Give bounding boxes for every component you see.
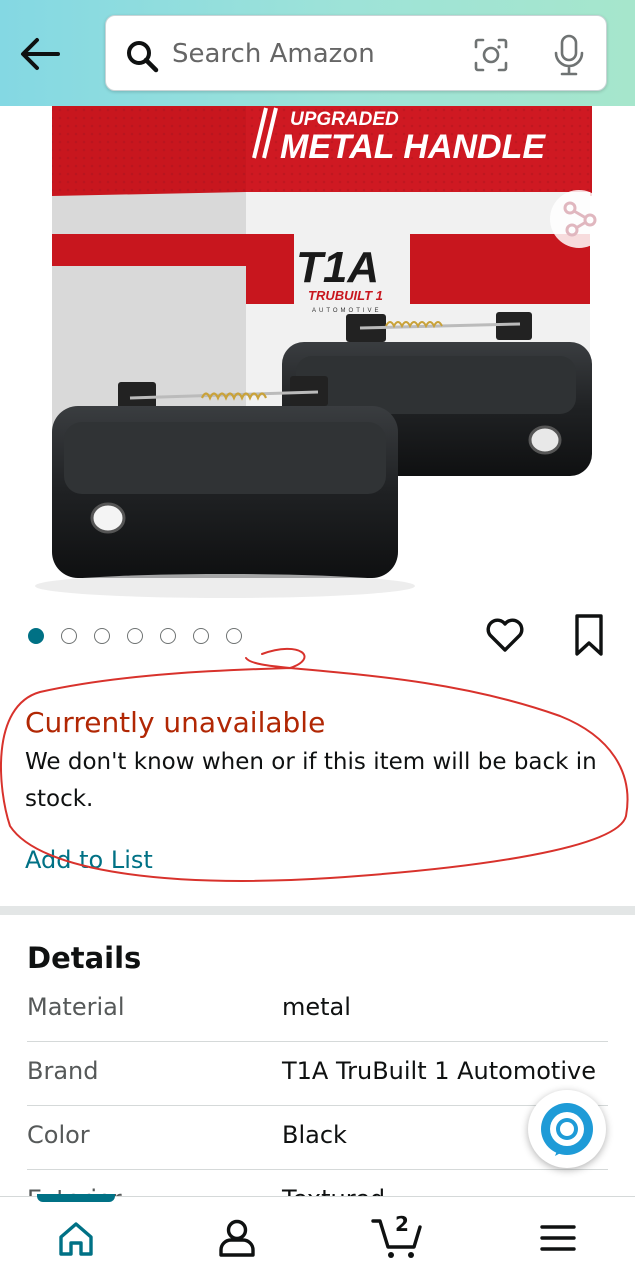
box-banner-top: UPGRADED bbox=[290, 109, 399, 130]
carousel-dot-1[interactable] bbox=[28, 628, 44, 644]
box-banner-main: METAL HANDLE bbox=[280, 128, 546, 166]
back-button[interactable] bbox=[18, 34, 62, 74]
microphone-icon[interactable] bbox=[552, 34, 586, 76]
detail-label: Material bbox=[27, 993, 125, 1021]
add-to-list-link[interactable]: Add to List bbox=[25, 843, 153, 877]
top-header bbox=[0, 0, 635, 106]
details-heading: Details bbox=[27, 941, 142, 975]
brand-logo: T1A bbox=[296, 243, 379, 292]
search-icon bbox=[127, 41, 159, 73]
detail-value: metal bbox=[282, 993, 351, 1021]
alexa-icon bbox=[541, 1103, 593, 1156]
detail-label: Color bbox=[27, 1121, 90, 1149]
details-table: Material metal Brand T1A TruBuilt 1 Auto… bbox=[27, 978, 608, 1198]
availability-section: Currently unavailable We don't know when… bbox=[25, 704, 610, 818]
brand-sub: TRUBUILT 1 bbox=[308, 288, 383, 303]
carousel-dot-7[interactable] bbox=[226, 628, 242, 644]
detail-row-brand: Brand T1A TruBuilt 1 Automotive bbox=[27, 1042, 608, 1106]
active-tab-indicator bbox=[37, 1194, 115, 1202]
bottom-nav: 2 bbox=[0, 1194, 635, 1280]
share-icon bbox=[563, 201, 597, 237]
heart-icon[interactable] bbox=[484, 614, 526, 656]
availability-status: Currently unavailable bbox=[25, 706, 326, 739]
alexa-button[interactable] bbox=[528, 1090, 606, 1168]
carousel-dot-5[interactable] bbox=[160, 628, 176, 644]
detail-row-color: Color Black bbox=[27, 1106, 608, 1170]
brand-tag: AUTOMOTIVE bbox=[312, 308, 382, 314]
detail-value: T1A TruBuilt 1 Automotive bbox=[282, 1057, 596, 1085]
section-divider bbox=[0, 906, 635, 915]
search-bar[interactable] bbox=[105, 15, 607, 91]
carousel-dot-4[interactable] bbox=[127, 628, 143, 644]
hamburger-menu-icon[interactable] bbox=[540, 1223, 576, 1253]
share-button[interactable] bbox=[550, 190, 608, 248]
availability-message: We don't know when or if this item will … bbox=[25, 749, 597, 812]
camera-scan-icon[interactable] bbox=[472, 36, 510, 74]
home-icon[interactable] bbox=[56, 1219, 96, 1259]
carousel-dot-2[interactable] bbox=[61, 628, 77, 644]
bookmark-icon[interactable] bbox=[572, 612, 606, 658]
detail-row-material: Material metal bbox=[27, 978, 608, 1042]
detail-value: Black bbox=[282, 1121, 347, 1149]
back-arrow-icon bbox=[21, 38, 60, 70]
search-input[interactable] bbox=[172, 34, 452, 74]
image-carousel-dots bbox=[28, 627, 242, 645]
carousel-dot-3[interactable] bbox=[94, 628, 110, 644]
product-image[interactable]: UPGRADED METAL HANDLE T1A TRUBUILT 1 AUT… bbox=[0, 106, 635, 606]
carousel-dot-6[interactable] bbox=[193, 628, 209, 644]
account-icon[interactable] bbox=[216, 1217, 258, 1259]
product-photo: UPGRADED METAL HANDLE T1A TRUBUILT 1 AUT… bbox=[35, 106, 592, 598]
cart-count-badge: 2 bbox=[395, 1212, 409, 1236]
detail-label: Brand bbox=[27, 1057, 99, 1085]
